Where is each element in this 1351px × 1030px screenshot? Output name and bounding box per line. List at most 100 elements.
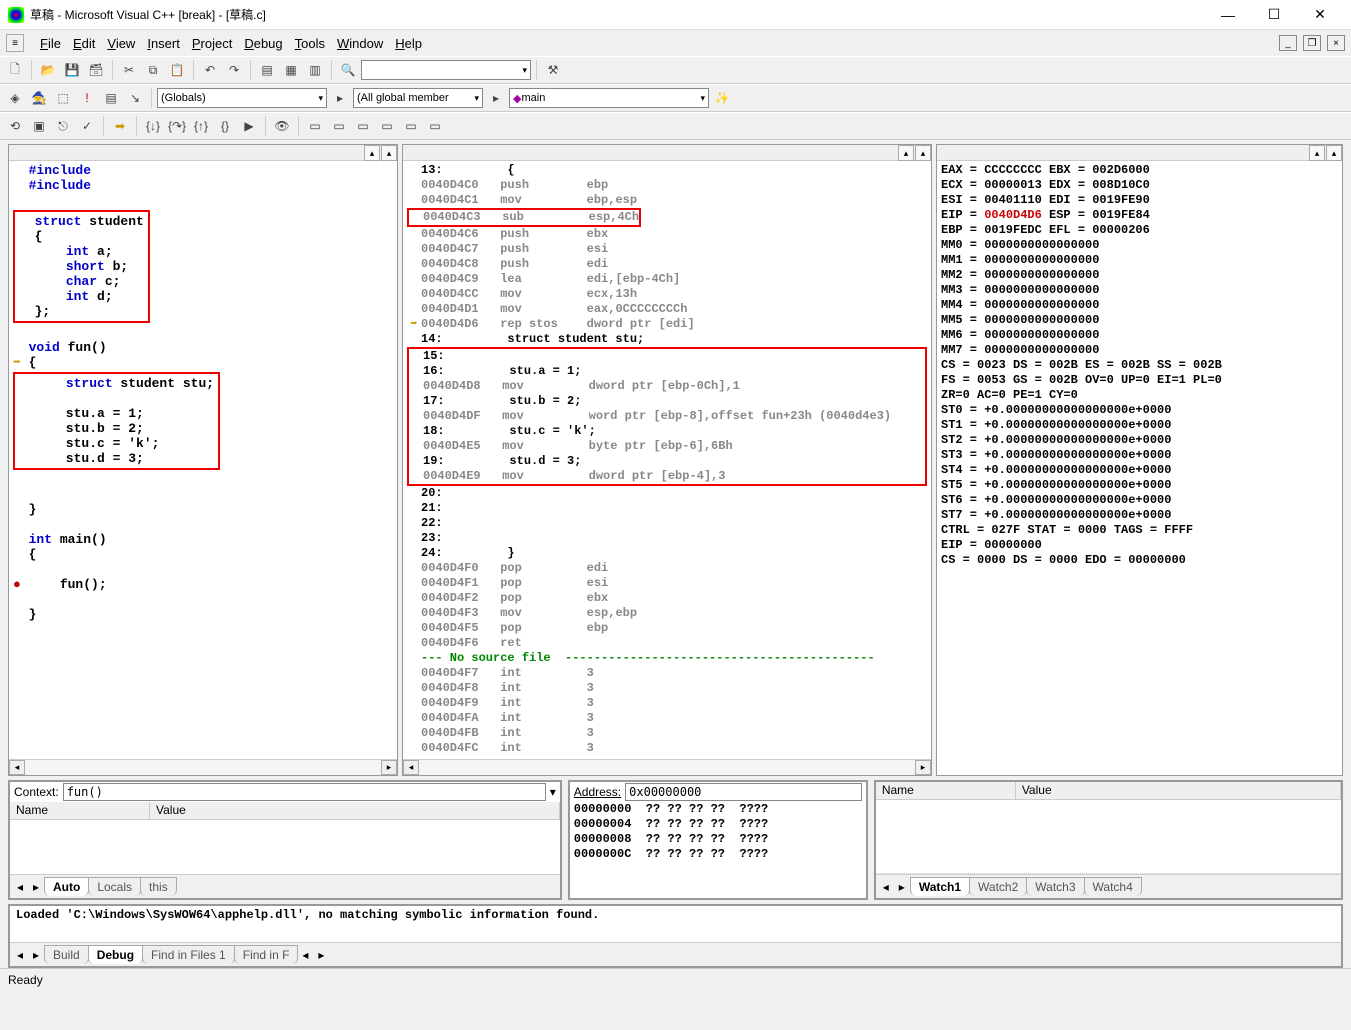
- document-icon[interactable]: ≡: [6, 34, 24, 52]
- tab-scroll-right-icon[interactable]: ▸: [894, 880, 910, 894]
- tab-watch1[interactable]: Watch1: [910, 877, 970, 896]
- split-h-icon[interactable]: ▴: [1309, 145, 1325, 161]
- watch-grid[interactable]: [876, 800, 1341, 874]
- new-file-icon[interactable]: 🗋: [4, 59, 26, 81]
- scroll-right-icon[interactable]: ▸: [915, 760, 931, 775]
- save-all-icon[interactable]: 🗃: [85, 59, 107, 81]
- quickwatch-icon[interactable]: 👁: [271, 115, 293, 137]
- info-icon[interactable]: ▤: [100, 87, 122, 109]
- copy-icon[interactable]: ⧉: [142, 59, 164, 81]
- globals-combo[interactable]: (Globals): [157, 88, 327, 108]
- col-value[interactable]: Value: [1016, 782, 1341, 799]
- maximize-button[interactable]: ☐: [1251, 0, 1297, 30]
- menu-file[interactable]: File: [34, 34, 67, 53]
- tab-locals[interactable]: Locals: [88, 877, 141, 896]
- tab-find-in-files-1[interactable]: Find in Files 1: [142, 945, 235, 964]
- compile-icon[interactable]: ⚒: [542, 59, 564, 81]
- registers-icon[interactable]: ▭: [352, 115, 374, 137]
- tab-debug[interactable]: Debug: [88, 945, 143, 964]
- disassembly-view[interactable]: 13: { 0040D4C0 push ebp 0040D4C1 mov ebp…: [403, 161, 931, 759]
- scroll-up-icon[interactable]: ▴: [915, 145, 931, 161]
- menu-insert[interactable]: Insert: [141, 34, 186, 53]
- tab-find-in-f[interactable]: Find in F: [234, 945, 299, 964]
- tab-watch4[interactable]: Watch4: [1084, 877, 1142, 896]
- col-name[interactable]: Name: [10, 802, 150, 819]
- output-icon[interactable]: ▦: [280, 59, 302, 81]
- tab-scroll-left-icon[interactable]: ◂: [12, 948, 28, 962]
- address-input[interactable]: [625, 783, 862, 801]
- variables-grid[interactable]: [10, 820, 560, 874]
- arrow-icon[interactable]: ↘: [124, 87, 146, 109]
- wizard-icon[interactable]: 🧙: [28, 87, 50, 109]
- restart-icon[interactable]: ⟲: [4, 115, 26, 137]
- watch-icon[interactable]: ▭: [304, 115, 326, 137]
- arrow-right-icon[interactable]: ▸: [485, 87, 507, 109]
- col-name[interactable]: Name: [876, 782, 1016, 799]
- member-filter-combo[interactable]: (All global member: [353, 88, 483, 108]
- find-combo[interactable]: [361, 60, 531, 80]
- run-icon[interactable]: ▶: [238, 115, 260, 137]
- menu-tools[interactable]: Tools: [289, 34, 331, 53]
- scroll-left-icon[interactable]: ◂: [9, 760, 25, 775]
- step-over-icon[interactable]: {↷}: [166, 115, 188, 137]
- show-next-icon[interactable]: ➡: [109, 115, 131, 137]
- redo-icon[interactable]: ↷: [223, 59, 245, 81]
- window-list-icon[interactable]: ▥: [304, 59, 326, 81]
- find-icon[interactable]: 🔍: [337, 59, 359, 81]
- tab-this[interactable]: this: [140, 877, 177, 896]
- scroll-right-icon[interactable]: ▸: [381, 760, 397, 775]
- undo-icon[interactable]: ↶: [199, 59, 221, 81]
- tab-watch3[interactable]: Watch3: [1026, 877, 1084, 896]
- menu-help[interactable]: Help: [389, 34, 428, 53]
- arrow-right-icon[interactable]: ▸: [329, 87, 351, 109]
- menu-debug[interactable]: Debug: [238, 34, 288, 53]
- menu-project[interactable]: Project: [186, 34, 238, 53]
- scroll-left-icon[interactable]: ◂: [403, 760, 419, 775]
- disasm-icon[interactable]: ▭: [424, 115, 446, 137]
- open-icon[interactable]: 📂: [37, 59, 59, 81]
- exclaim-icon[interactable]: !: [76, 87, 98, 109]
- cut-icon[interactable]: ✂: [118, 59, 140, 81]
- break-icon[interactable]: ⎋: [52, 115, 74, 137]
- menu-edit[interactable]: Edit: [67, 34, 101, 53]
- step-out-icon[interactable]: {↑}: [190, 115, 212, 137]
- scope-combo[interactable]: ◆ main: [509, 88, 709, 108]
- memory-icon[interactable]: ▭: [376, 115, 398, 137]
- split-h-icon[interactable]: ▴: [364, 145, 380, 161]
- menu-window[interactable]: Window: [331, 34, 389, 53]
- save-icon[interactable]: 💾: [61, 59, 83, 81]
- registers-view[interactable]: EAX = CCCCCCCC EBX = 002D6000ECX = 00000…: [937, 161, 1342, 775]
- tab-build[interactable]: Build: [44, 945, 89, 964]
- menu-view[interactable]: View: [101, 34, 141, 53]
- close-button[interactable]: ✕: [1297, 0, 1343, 30]
- apply-icon[interactable]: ✓: [76, 115, 98, 137]
- output-text[interactable]: Loaded 'C:\Windows\SysWOW64\apphelp.dll'…: [10, 906, 1341, 942]
- col-value[interactable]: Value: [150, 802, 560, 819]
- step-into-icon[interactable]: {↓}: [142, 115, 164, 137]
- tab-scroll-right-icon[interactable]: ▸: [28, 880, 44, 894]
- variables-icon[interactable]: ▭: [328, 115, 350, 137]
- split-h-icon[interactable]: ▴: [898, 145, 914, 161]
- stop-icon[interactable]: ▣: [28, 115, 50, 137]
- class-icon[interactable]: ◈: [4, 87, 26, 109]
- wand-icon[interactable]: ✨: [711, 87, 733, 109]
- tab-scroll-left-icon[interactable]: ◂: [297, 948, 313, 962]
- minimize-button[interactable]: —: [1205, 0, 1251, 30]
- mdi-close-button[interactable]: ×: [1327, 35, 1345, 51]
- scroll-up-icon[interactable]: ▴: [381, 145, 397, 161]
- tab-scroll-right-icon[interactable]: ▸: [28, 948, 44, 962]
- context-input[interactable]: [63, 783, 546, 801]
- mdi-minimize-button[interactable]: _: [1279, 35, 1297, 51]
- memory-view[interactable]: 00000000 ?? ?? ?? ?? ????00000004 ?? ?? …: [570, 802, 866, 898]
- tab-scroll-left-icon[interactable]: ◂: [878, 880, 894, 894]
- tree-icon[interactable]: ⬚: [52, 87, 74, 109]
- workspace-icon[interactable]: ▤: [256, 59, 278, 81]
- tab-auto[interactable]: Auto: [44, 877, 89, 896]
- dropdown-icon[interactable]: ▾: [550, 785, 556, 799]
- mdi-restore-button[interactable]: ❐: [1303, 35, 1321, 51]
- tab-watch2[interactable]: Watch2: [969, 877, 1027, 896]
- callstack-icon[interactable]: ▭: [400, 115, 422, 137]
- scroll-up-icon[interactable]: ▴: [1326, 145, 1342, 161]
- tab-scroll-right-icon[interactable]: ▸: [313, 948, 329, 962]
- paste-icon[interactable]: 📋: [166, 59, 188, 81]
